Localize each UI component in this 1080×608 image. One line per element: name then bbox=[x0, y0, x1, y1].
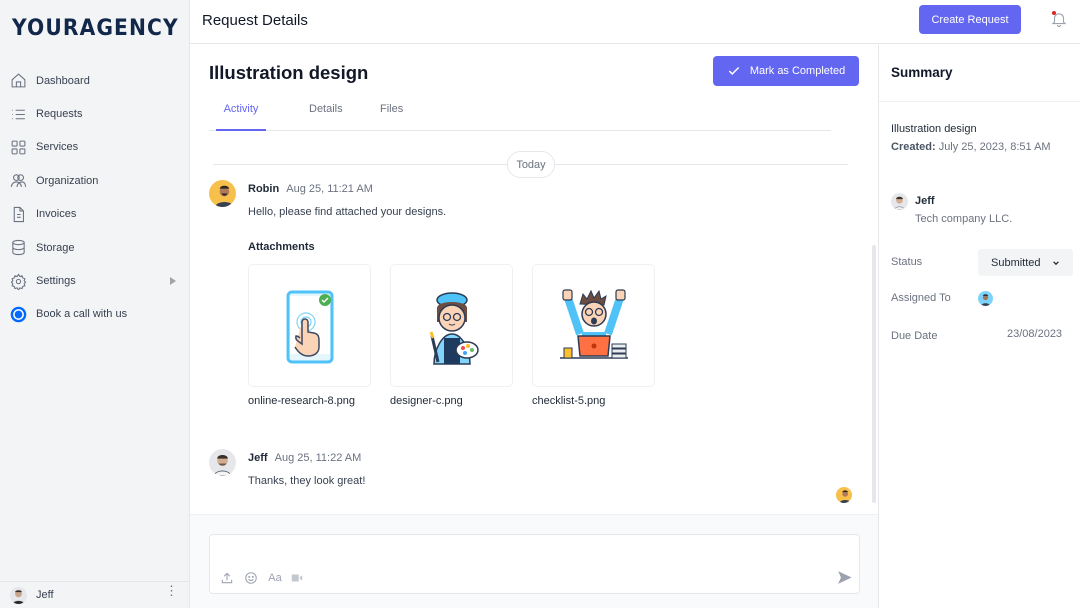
client-company: Tech company LLC. bbox=[915, 213, 1013, 225]
grid-icon bbox=[10, 139, 27, 156]
tab-details[interactable]: Details bbox=[309, 103, 343, 131]
calendly-icon bbox=[10, 306, 27, 323]
current-user[interactable]: Jeff ⋮ bbox=[0, 581, 190, 608]
message-composer: Aa bbox=[209, 534, 860, 594]
sidebar-item-label: Services bbox=[36, 141, 79, 154]
avatar bbox=[209, 449, 236, 476]
sidebar-item-services[interactable]: Services bbox=[0, 131, 190, 164]
attachment-thumbnail[interactable] bbox=[248, 264, 371, 387]
sidebar-item-label: Invoices bbox=[36, 208, 77, 221]
notification-dot bbox=[1052, 11, 1056, 15]
client-name: Jeff bbox=[915, 195, 935, 207]
check-icon bbox=[728, 66, 739, 75]
summary-title: Summary bbox=[891, 65, 953, 80]
message-author: Robin bbox=[248, 183, 280, 195]
created-label: Created: bbox=[891, 141, 936, 153]
list-icon bbox=[10, 106, 27, 123]
assigned-label: Assigned To bbox=[891, 292, 951, 304]
top-header: Request Details Create Request bbox=[190, 0, 1080, 44]
status-dropdown[interactable]: Submitted bbox=[978, 249, 1073, 276]
attachment-filename[interactable]: checklist-5.png bbox=[532, 395, 674, 407]
sidebar: YOURAGENCY Dashboard Requests Services O… bbox=[0, 0, 190, 608]
attachment-thumbnail[interactable] bbox=[532, 264, 655, 387]
sidebar-item-label: Organization bbox=[36, 174, 99, 187]
sidebar-item-label: Book a call with us bbox=[36, 308, 128, 321]
attachment-filename[interactable]: designer-c.png bbox=[390, 395, 532, 407]
mark-completed-label: Mark as Completed bbox=[749, 65, 846, 77]
due-date-value[interactable]: 23/08/2023 bbox=[1007, 328, 1062, 340]
sidebar-item-book-call[interactable]: Book a call with us bbox=[0, 298, 190, 331]
sidebar-item-invoices[interactable]: Invoices bbox=[0, 198, 190, 231]
sidebar-nav: Dashboard Requests Services Organization… bbox=[0, 64, 190, 331]
emoji-icon[interactable] bbox=[244, 571, 258, 585]
activity-feed: Today Robin Aug 25, 11:21 AM Hello, plea… bbox=[190, 131, 878, 514]
summary-created: Created: July 25, 2023, 8:51 AM bbox=[891, 141, 1051, 153]
sidebar-item-storage[interactable]: Storage bbox=[0, 231, 190, 264]
send-icon[interactable] bbox=[836, 569, 853, 586]
brand-logo[interactable]: YOURAGENCY bbox=[12, 16, 179, 41]
feed-scrollbar[interactable] bbox=[872, 245, 876, 503]
message-body: Hello, please find attached your designs… bbox=[248, 206, 447, 218]
message-body: Thanks, they look great! bbox=[248, 475, 366, 487]
create-request-button[interactable]: Create Request bbox=[919, 5, 1021, 34]
sidebar-item-organization[interactable]: Organization bbox=[0, 164, 190, 197]
assignee-avatar[interactable] bbox=[978, 291, 993, 306]
sidebar-item-label: Settings bbox=[36, 275, 76, 288]
document-icon bbox=[10, 206, 27, 223]
composer-area: Aa bbox=[190, 514, 878, 608]
users-icon bbox=[10, 172, 27, 189]
attachment-item[interactable]: online-research-8.png bbox=[248, 264, 390, 407]
page-title: Request Details bbox=[202, 12, 308, 29]
sidebar-item-label: Requests bbox=[36, 108, 83, 121]
due-date-label: Due Date bbox=[891, 330, 938, 342]
chevron-down-icon bbox=[1053, 261, 1059, 266]
message-time: Aug 25, 11:21 AM bbox=[286, 183, 373, 195]
day-divider-label: Today bbox=[507, 151, 555, 178]
request-main: Illustration design Mark as Completed Ac… bbox=[190, 45, 878, 608]
message-author: Jeff bbox=[248, 452, 268, 464]
text-format-icon[interactable]: Aa bbox=[267, 571, 283, 585]
sidebar-item-dashboard[interactable]: Dashboard bbox=[0, 64, 190, 97]
avatar bbox=[10, 586, 27, 604]
tab-files[interactable]: Files bbox=[380, 103, 403, 131]
status-value: Submitted bbox=[991, 256, 1041, 269]
attachment-thumbnail[interactable] bbox=[390, 264, 513, 387]
video-icon[interactable] bbox=[290, 571, 304, 585]
attachments-list: online-research-8.png designer-c.png che… bbox=[248, 264, 674, 407]
request-tabs: Activity Details Files bbox=[209, 95, 831, 131]
summary-request-name: Illustration design bbox=[891, 123, 977, 135]
mark-completed-button[interactable]: Mark as Completed bbox=[713, 56, 859, 86]
attachment-item[interactable]: designer-c.png bbox=[390, 264, 532, 407]
read-receipt-avatar bbox=[836, 487, 852, 503]
current-user-name: Jeff bbox=[36, 589, 54, 601]
attachment-item[interactable]: checklist-5.png bbox=[532, 264, 674, 407]
more-options-icon[interactable]: ⋮ bbox=[165, 584, 178, 597]
avatar bbox=[209, 180, 236, 207]
database-icon bbox=[10, 239, 27, 256]
avatar bbox=[891, 193, 908, 210]
attachments-label: Attachments bbox=[248, 241, 315, 253]
tab-activity[interactable]: Activity bbox=[216, 103, 266, 131]
message-input[interactable] bbox=[218, 541, 818, 567]
upload-icon[interactable] bbox=[220, 571, 234, 585]
summary-divider bbox=[879, 101, 1080, 102]
request-title: Illustration design bbox=[209, 62, 369, 83]
sidebar-item-label: Dashboard bbox=[36, 74, 90, 87]
message-time: Aug 25, 11:22 AM bbox=[274, 452, 362, 464]
celebrating-person-illustration bbox=[559, 288, 628, 359]
status-label: Status bbox=[891, 256, 923, 268]
summary-panel: Summary Illustration design Created: Jul… bbox=[878, 45, 1080, 608]
sidebar-item-requests[interactable]: Requests bbox=[0, 97, 190, 130]
created-value: July 25, 2023, 8:51 AM bbox=[938, 141, 1051, 153]
attachment-filename[interactable]: online-research-8.png bbox=[248, 395, 390, 407]
sidebar-item-label: Storage bbox=[36, 241, 75, 254]
sidebar-item-settings[interactable]: Settings bbox=[0, 264, 190, 297]
designer-illustration bbox=[429, 291, 479, 365]
phone-fingerprint-illustration bbox=[286, 290, 333, 363]
gear-icon bbox=[10, 272, 27, 290]
home-icon bbox=[10, 72, 27, 89]
submenu-caret-icon[interactable] bbox=[170, 277, 176, 286]
